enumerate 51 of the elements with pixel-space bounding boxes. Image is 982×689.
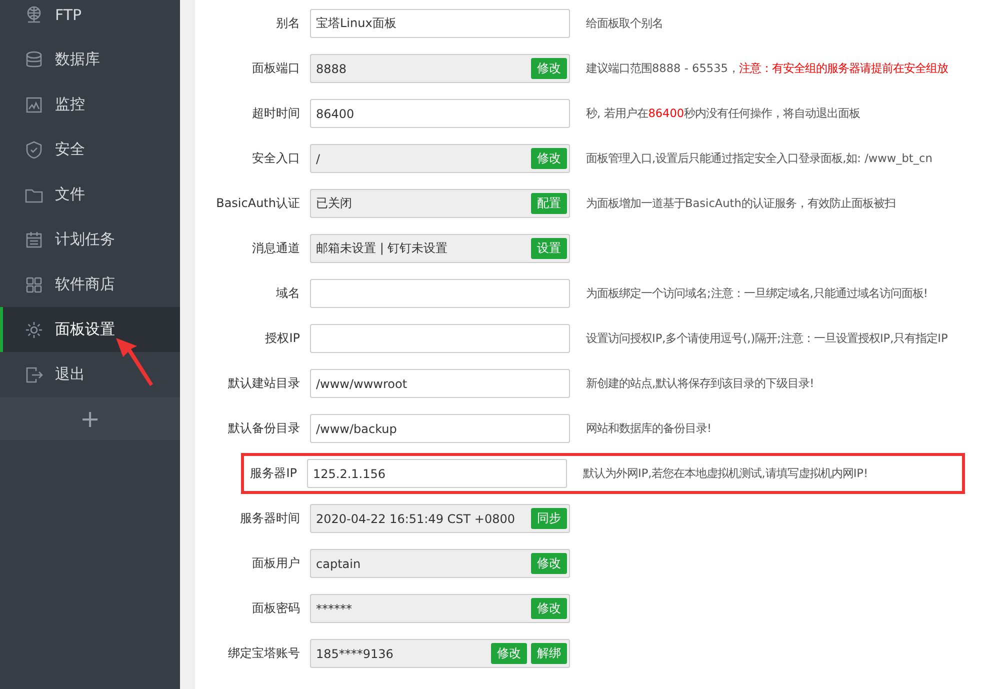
input-field[interactable]: 宝塔Linux面板: [310, 9, 570, 38]
field-hint: 为面板绑定一个访问域名;注意：一旦绑定域名,只能通过域名访问面板!: [586, 286, 928, 301]
sidebar-item[interactable]: 数据库: [0, 37, 180, 82]
sidebar-item[interactable]: 监控: [0, 82, 180, 127]
field-label: 服务器IP: [250, 465, 297, 482]
field-hint: 为面板增加一道基于BasicAuth的认证服务，有效防止面板被扫: [586, 196, 896, 211]
globe-icon: [25, 6, 43, 24]
sidebar-item[interactable]: 退出: [0, 352, 180, 397]
exit-icon: [25, 366, 43, 384]
field-hint: 给面板取个别名: [586, 16, 663, 31]
field-hint: 新创建的站点,默认将保存到该目录的下级目录!: [586, 376, 814, 391]
sidebar-item[interactable]: 文件: [0, 172, 180, 217]
field-label: 默认建站目录: [228, 375, 300, 392]
input-field[interactable]: 86400: [310, 99, 570, 128]
field-label: 消息通道: [252, 240, 300, 257]
field-hint: 默认为外网IP,若您在本地虚拟机测试,请填写虚拟机内网IP!: [583, 466, 868, 481]
field-label: 域名: [276, 285, 300, 302]
field-hint: 秒, 若用户在86400秒内没有任何操作，将自动退出面板: [586, 106, 860, 121]
input-field[interactable]: /www/backup: [310, 414, 570, 443]
settings-icon: [25, 320, 43, 338]
field-label: 服务器时间: [240, 510, 300, 527]
sidebar-item[interactable]: FTP: [0, 0, 180, 37]
chart-icon: [25, 96, 43, 114]
sidebar-item[interactable]: 安全: [0, 127, 180, 172]
database-icon: [25, 50, 43, 68]
input-field[interactable]: 125.2.1.156: [307, 459, 567, 488]
sidebar-item[interactable]: 计划任务: [0, 217, 180, 262]
sidebar-item[interactable]: 面板设置: [0, 307, 180, 352]
calendar-icon: [25, 230, 43, 248]
input-field[interactable]: [310, 279, 570, 308]
arrow-annotation: [113, 336, 155, 388]
field-label: 面板用户: [252, 555, 300, 572]
field-label: 授权IP: [265, 330, 300, 347]
field-label: 面板端口: [252, 60, 300, 77]
input-field[interactable]: /www/wwwroot: [310, 369, 570, 398]
field-label: 别名: [276, 15, 300, 32]
field-label: 安全入口: [252, 150, 300, 167]
field-hint: 网站和数据库的备份目录!: [586, 421, 712, 436]
field-label: 绑定宝塔账号: [228, 645, 300, 662]
sidebar-item[interactable]: 软件商店: [0, 262, 180, 307]
field-hint: 面板管理入口,设置后只能通过指定安全入口登录面板,如: /www_bt_cn: [586, 151, 932, 166]
field-hint: 建议端口范围8888 - 65535，注意：有安全组的服务器请提前在安全组放: [586, 61, 948, 76]
grid-icon: [25, 276, 43, 294]
shield-icon: [25, 140, 43, 158]
field-label: 默认备份目录: [228, 420, 300, 437]
field-label: 超时时间: [252, 105, 300, 122]
field-hint: 设置访问授权IP,多个请使用逗号(,)隔开;注意：一旦设置授权IP,只有指定IP: [586, 331, 948, 346]
field-label: 面板密码: [252, 600, 300, 617]
add-button[interactable]: +: [0, 397, 180, 440]
field-label: BasicAuth认证: [216, 195, 300, 212]
input-field[interactable]: [310, 324, 570, 353]
